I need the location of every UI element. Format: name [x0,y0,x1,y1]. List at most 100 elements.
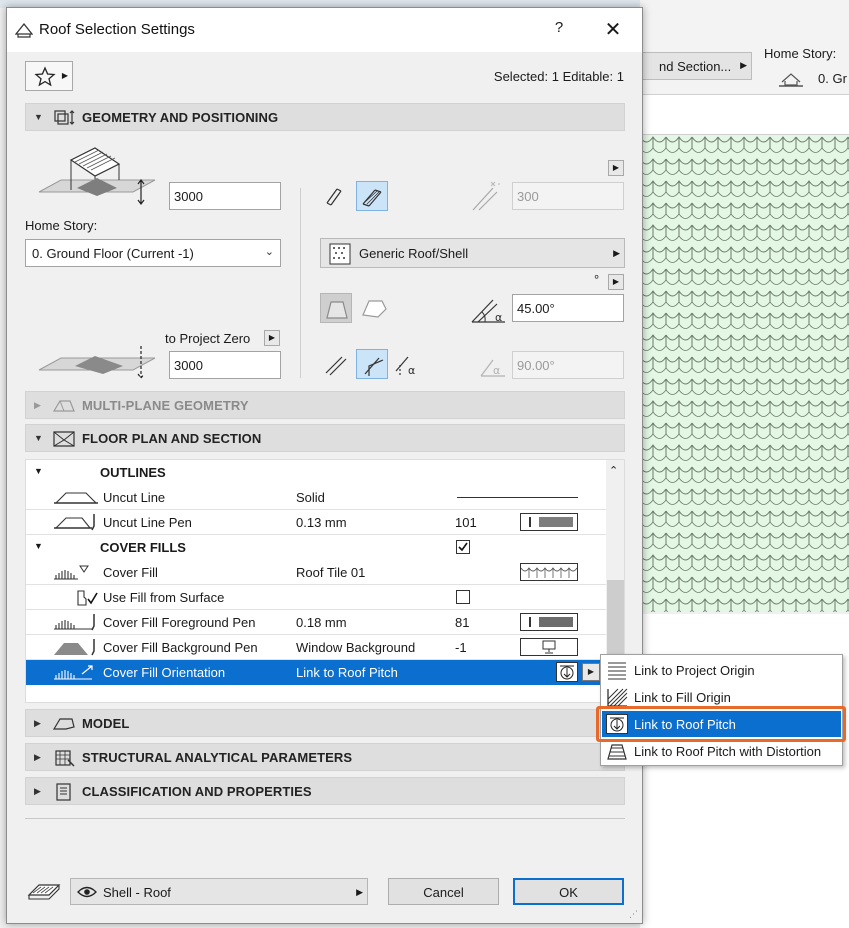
window-background-swatch[interactable] [520,638,578,656]
layer-select-button[interactable]: Shell - Roof ▶ [70,878,368,905]
angle-menu-button[interactable]: ▶ [608,274,624,290]
multi-plane-icon [52,396,76,419]
edge-perpendicular-button[interactable] [356,349,388,379]
section-title: GEOMETRY AND POSITIONING [82,110,279,125]
menu-item-label: Link to Roof Pitch with Distortion [634,744,822,759]
row-value: Window Background [296,640,416,655]
home-story-icon [778,70,804,91]
table-row-cover-fill-orientation[interactable]: Cover Fill Orientation Link to Roof Pitc… [26,660,606,685]
row-value: Link to Roof Pitch [296,665,398,680]
uncut-line-pen-icon [52,512,98,535]
edge-angle-input[interactable]: 90.00° [512,351,624,379]
pitch-by-angle-button[interactable] [320,293,352,323]
resize-grip-icon[interactable]: ⋰ [629,909,638,920]
use-fill-from-surface-checkbox[interactable] [456,590,470,604]
table-row-uncut-line-pen[interactable]: Uncut Line Pen 0.13 mm 101 [26,510,606,535]
group-cover-fills[interactable]: ▼ COVER FILLS [26,535,606,560]
background-section-label: nd Section... [659,59,732,74]
section-floor-plan-and-section[interactable]: ▼ FLOOR PLAN AND SECTION [25,424,625,452]
project-zero-menu-button[interactable]: ▶ [264,330,280,346]
model-icon [52,714,76,737]
roof-thickness-edge-button[interactable] [320,181,352,211]
section-multi-plane-geometry[interactable]: ▶ MULTI-PLANE GEOMETRY [25,391,625,419]
roof-height-input[interactable]: 3000 [169,182,281,210]
help-button[interactable]: ? [547,19,571,41]
pen-color-swatch[interactable] [520,613,578,631]
roof-height-illustration [37,140,157,215]
group-label: OUTLINES [100,465,166,480]
eye-icon [77,885,97,902]
edge-custom-angle-button[interactable]: α [392,349,424,379]
group-outlines[interactable]: ▼ OUTLINES [26,460,606,485]
building-material-label: Generic Roof/Shell [359,246,469,261]
ok-button[interactable]: OK [513,878,624,905]
close-button[interactable]: ✕ [600,17,626,43]
table-row-uncut-line[interactable]: Uncut Line Solid [26,485,606,510]
favorites-button[interactable]: ▶ [25,61,73,91]
row-value: Roof Tile 01 [296,565,366,580]
table-row-cover-fill-foreground-pen[interactable]: Cover Fill Foreground Pen 0.18 mm 81 [26,610,606,635]
collapse-triangle-icon: ▼ [34,433,43,443]
pitch-angle-icon: α [469,294,507,329]
row-name: Cover Fill Foreground Pen [103,615,256,630]
section-classification-and-properties[interactable]: ▶ CLASSIFICATION AND PROPERTIES [25,777,625,805]
home-story-value: 0. Ground Floor (Current -1) [32,246,194,261]
thickness-icon [469,180,503,215]
menu-item-link-to-project-origin[interactable]: Link to Project Origin [602,657,841,683]
home-story-select[interactable]: 0. Ground Floor (Current -1) ⌄ [25,239,281,267]
title-bar[interactable]: Roof Selection Settings ? ✕ [7,8,642,52]
section-geometry-positioning[interactable]: ▼ GEOMETRY AND POSITIONING [25,103,625,131]
section-title: STRUCTURAL ANALYTICAL PARAMETERS [82,750,353,765]
geometry-positioning-icon [52,108,76,131]
layer-name: Shell - Roof [103,885,171,900]
menu-item-label: Link to Fill Origin [634,690,731,705]
building-material-swatch-icon [329,243,351,268]
roof-pitch-input[interactable]: 45.00° [512,294,624,322]
section-title: MODEL [82,716,130,731]
cancel-button[interactable]: Cancel [388,878,499,905]
foreground-pen-icon [52,612,98,635]
pitch-by-rise-button[interactable] [358,293,390,323]
fill-pattern-swatch[interactable] [520,563,578,581]
checkmark-icon [458,542,468,552]
orientation-menu-button[interactable]: ▶ [582,663,600,681]
table-row-use-fill-from-surface[interactable]: Use Fill from Surface [26,585,606,610]
table-row-cover-fill-background-pen[interactable]: Cover Fill Background Pen Window Backgro… [26,635,606,660]
expand-triangle-icon: ▶ [34,786,41,796]
row-pen-number: -1 [455,640,467,655]
highlight-annotation [596,706,846,742]
cover-fills-checkbox[interactable] [456,540,470,554]
background-home-story-value: 0. Gr [818,71,847,86]
floor-plan-settings-table: ▼ OUTLINES Uncut Line Solid Uncut Line P… [25,459,625,703]
roof-thickness-vertical-button[interactable] [356,181,388,211]
background-home-story-label: Home Story: [764,46,837,61]
to-project-zero-label: to Project Zero [165,331,251,346]
structural-icon [52,748,76,771]
row-name: Cover Fill [103,565,158,580]
edge-vertical-button[interactable] [320,349,352,379]
roof-pitch-orientation-icon [556,662,578,682]
roof-pitch-distortion-icon [606,741,628,764]
section-structural-analytical-parameters[interactable]: ▶ STRUCTURAL ANALYTICAL PARAMETERS [25,743,625,771]
line-type-preview [457,497,578,498]
background-section-button[interactable]: nd Section... ▶ [640,52,752,80]
paint-bucket-check-icon [52,587,98,610]
uncut-line-icon [52,487,98,510]
building-material-button[interactable]: Generic Roof/Shell ▶ [320,238,625,268]
background-ruler [640,95,849,135]
svg-text:α: α [495,311,502,324]
row-name: Use Fill from Surface [103,590,225,605]
svg-text:α: α [408,364,415,377]
table-row-cover-fill[interactable]: Cover Fill Roof Tile 01 [26,560,606,585]
roof-tile-canvas[interactable] [640,135,849,612]
project-zero-input[interactable]: 3000 [169,351,281,379]
expand-triangle-icon: ▶ [34,400,41,410]
section-model[interactable]: ▶ MODEL [25,709,625,737]
row-pen-number: 101 [455,515,477,530]
roof-thickness-input[interactable]: 300 [512,182,624,210]
background-pen-icon [52,637,98,660]
cover-fill-icon [52,562,98,585]
pen-color-swatch[interactable] [520,513,578,531]
thickness-menu-button[interactable]: ▶ [608,160,624,176]
scroll-up-icon[interactable]: ⌃ [609,464,618,477]
